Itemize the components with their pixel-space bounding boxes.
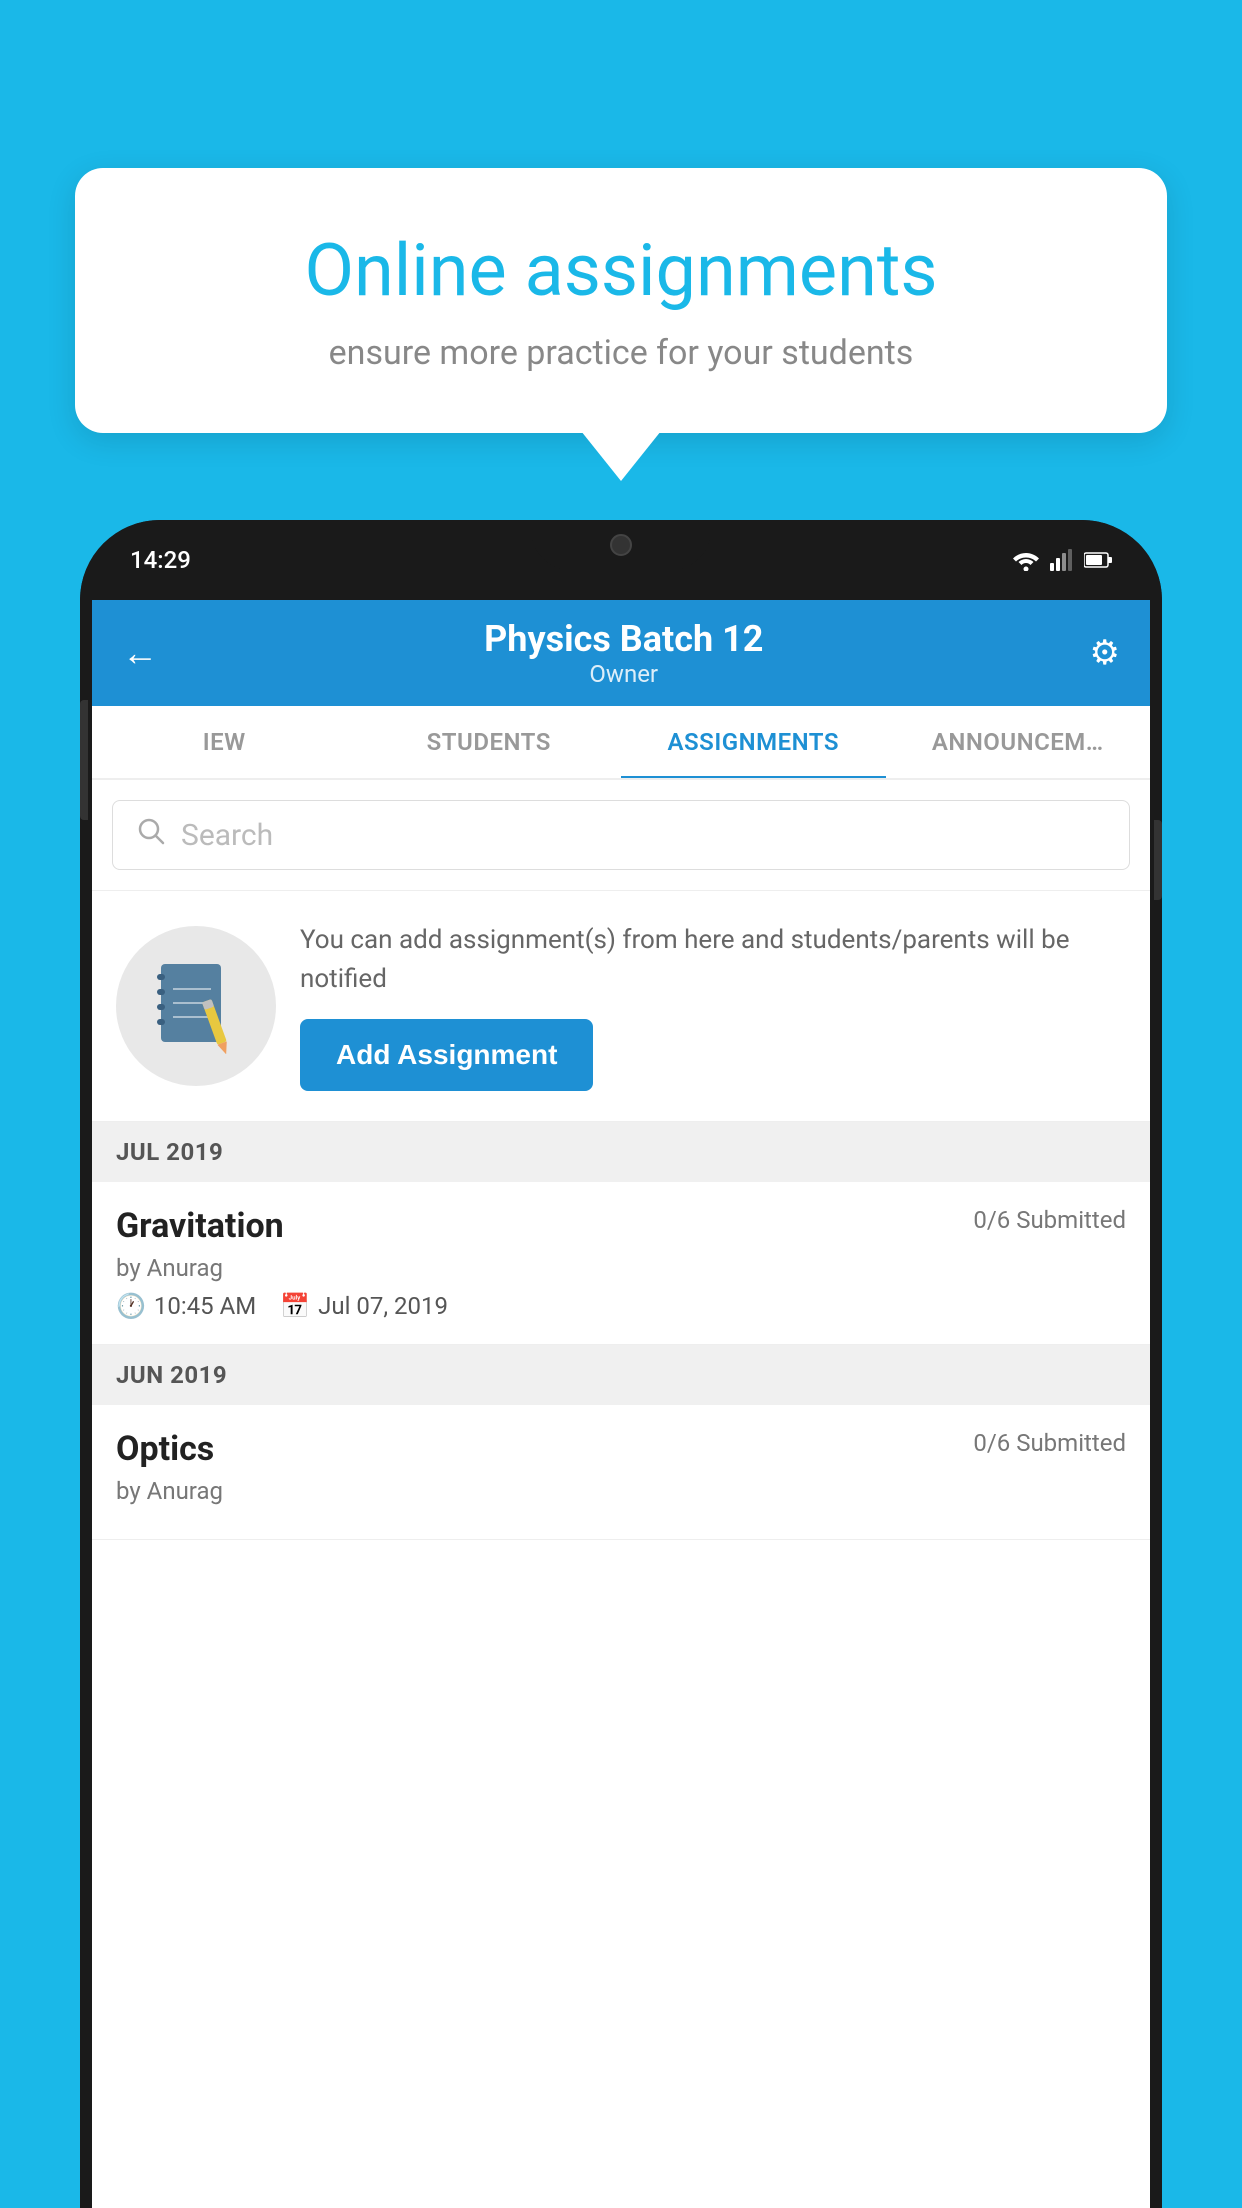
assignment-icon-circle <box>116 926 276 1086</box>
assignment-right: You can add assignment(s) from here and … <box>300 921 1126 1091</box>
add-assignment-section: You can add assignment(s) from here and … <box>92 891 1150 1122</box>
assignment-item-gravitation[interactable]: Gravitation 0/6 Submitted by Anurag 🕐 10… <box>92 1182 1150 1345</box>
status-time: 14:29 <box>130 546 191 574</box>
search-container: Search <box>92 780 1150 891</box>
tab-announcements[interactable]: ANNOUNCEM… <box>886 706 1151 778</box>
clock-icon: 🕐 <box>116 1292 146 1320</box>
phone-power-button <box>1154 820 1162 900</box>
phone-notch <box>531 520 711 570</box>
tab-students[interactable]: STUDENTS <box>357 706 622 778</box>
assignment-date-value: Jul 07, 2019 <box>318 1292 448 1320</box>
notebook-icon <box>151 959 241 1054</box>
assignment-submitted-optics: 0/6 Submitted <box>973 1429 1126 1457</box>
calendar-icon: 📅 <box>280 1292 310 1320</box>
search-bar[interactable]: Search <box>112 800 1130 870</box>
status-bar: 14:29 <box>80 520 1162 600</box>
assignment-date: 📅 Jul 07, 2019 <box>280 1292 448 1320</box>
app-header: ← Physics Batch 12 Owner ⚙ <box>92 600 1150 706</box>
section-header-jul: JUL 2019 <box>92 1122 1150 1182</box>
signal-icon <box>1050 549 1074 571</box>
assignment-item-optics[interactable]: Optics 0/6 Submitted by Anurag <box>92 1405 1150 1540</box>
phone-volume-button <box>80 700 88 820</box>
speech-bubble-card: Online assignments ensure more practice … <box>75 168 1167 433</box>
status-icons <box>1012 549 1112 571</box>
phone-screen: ← Physics Batch 12 Owner ⚙ IEW STUDENTS … <box>92 600 1150 2208</box>
wifi-icon <box>1012 549 1040 571</box>
tabs-bar: IEW STUDENTS ASSIGNMENTS ANNOUNCEM… <box>92 706 1150 780</box>
assignment-name-optics: Optics <box>116 1429 214 1469</box>
add-assignment-button[interactable]: Add Assignment <box>300 1019 593 1091</box>
assignment-time-value: 10:45 AM <box>154 1292 256 1320</box>
batch-title: Physics Batch 12 <box>484 618 763 660</box>
assignment-meta-gravitation: 🕐 10:45 AM 📅 Jul 07, 2019 <box>116 1292 1126 1320</box>
camera-dot <box>610 534 632 556</box>
assignment-item-top-optics: Optics 0/6 Submitted <box>116 1429 1126 1469</box>
speech-bubble-subtitle: ensure more practice for your students <box>145 333 1097 373</box>
batch-subtitle: Owner <box>484 660 763 688</box>
phone-frame: 14:29 <box>80 520 1162 2208</box>
back-button[interactable]: ← <box>122 632 158 674</box>
speech-bubble-title: Online assignments <box>145 228 1097 313</box>
assignment-time: 🕐 10:45 AM <box>116 1292 256 1320</box>
assignment-by-gravitation: by Anurag <box>116 1254 1126 1282</box>
tab-assignments[interactable]: ASSIGNMENTS <box>621 706 886 778</box>
tab-iew[interactable]: IEW <box>92 706 357 778</box>
assignment-by-optics: by Anurag <box>116 1477 1126 1505</box>
assignment-submitted-gravitation: 0/6 Submitted <box>973 1206 1126 1234</box>
header-center: Physics Batch 12 Owner <box>484 618 763 688</box>
assignment-description: You can add assignment(s) from here and … <box>300 921 1126 999</box>
settings-button[interactable]: ⚙ <box>1090 633 1120 673</box>
assignment-item-top: Gravitation 0/6 Submitted <box>116 1206 1126 1246</box>
section-header-jun: JUN 2019 <box>92 1345 1150 1405</box>
assignment-name-gravitation: Gravitation <box>116 1206 284 1246</box>
battery-icon <box>1084 551 1112 569</box>
search-icon <box>137 817 165 853</box>
search-placeholder: Search <box>181 818 273 853</box>
